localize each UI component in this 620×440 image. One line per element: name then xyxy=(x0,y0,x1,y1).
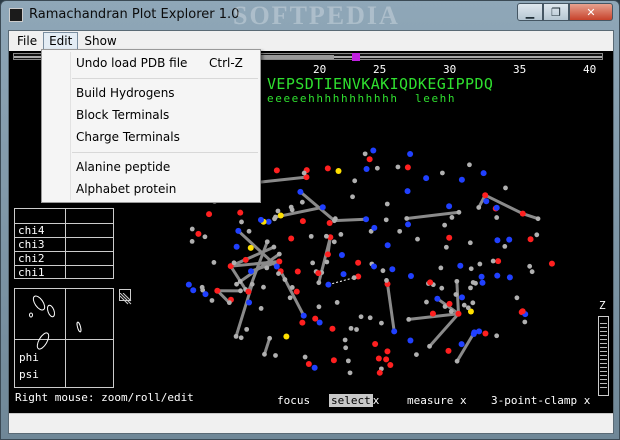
phi-label: phi xyxy=(19,351,39,364)
menu-separator xyxy=(72,78,258,79)
maximize-button[interactable]: ❐ xyxy=(543,3,569,21)
menu-file[interactable]: File xyxy=(12,33,42,49)
menu-show[interactable]: Show xyxy=(79,33,121,49)
chi-row-chi2: chi2 xyxy=(15,251,113,265)
minimize-icon: ▁ xyxy=(525,5,535,19)
menu-alanine-peptide[interactable]: Alanine peptide xyxy=(76,160,170,174)
psi-label: psi xyxy=(19,368,39,381)
clamp-label: 3-point-clamp xyxy=(491,394,578,407)
select-mode[interactable]: select x xyxy=(329,394,379,407)
close-button[interactable]: ✕ xyxy=(569,3,613,21)
zoom-label: Z xyxy=(599,299,606,312)
watermark: SOFTPEDIA xyxy=(233,1,400,30)
maximize-icon: ❐ xyxy=(551,5,561,19)
measure-mode[interactable]: measure x xyxy=(407,394,467,407)
app-window: Ramachandran Plot Explorer 1.0 SOFTPEDIA… xyxy=(0,0,620,440)
measure-label: measure xyxy=(407,394,454,407)
menu-alphabet-protein[interactable]: Alphabet protein xyxy=(76,182,176,196)
chi-angle-panel[interactable]: chi4 chi3 chi2 chi1 xyxy=(14,208,114,279)
menu-charge-terminals[interactable]: Charge Terminals xyxy=(76,130,180,144)
diagonal-lines-icon xyxy=(119,292,132,305)
measure-close-icon[interactable]: x xyxy=(460,394,467,407)
edit-menu-dropdown: Undo load PDB file Ctrl-Z Build Hydrogen… xyxy=(41,49,261,203)
select-mode-label: select xyxy=(329,394,373,407)
minimize-button[interactable]: ▁ xyxy=(517,3,543,21)
select-close-icon[interactable]: x xyxy=(373,394,380,407)
resize-plot-icon[interactable] xyxy=(119,289,132,305)
menu-block-terminals[interactable]: Block Terminals xyxy=(76,108,169,122)
undo-shortcut: Ctrl-Z xyxy=(209,56,243,70)
focus-mode[interactable]: focus xyxy=(277,394,310,407)
menu-bar: File Edit Show xyxy=(9,31,613,51)
menu-undo-load-pdb[interactable]: Undo load PDB file xyxy=(76,56,187,70)
title-bar[interactable]: Ramachandran Plot Explorer 1.0 SOFTPEDIA… xyxy=(1,1,619,30)
chi-row-chi3: chi3 xyxy=(15,237,113,251)
menu-edit[interactable]: Edit xyxy=(43,32,79,50)
window-title: Ramachandran Plot Explorer 1.0 xyxy=(29,7,240,22)
zoom-slider[interactable] xyxy=(598,316,609,396)
status-bar xyxy=(9,413,613,433)
app-icon xyxy=(9,8,23,22)
mouse-hint: Right mouse: zoom/roll/edit xyxy=(15,391,194,404)
clamp-close-icon[interactable]: x xyxy=(584,394,591,407)
menu-build-hydrogens[interactable]: Build Hydrogens xyxy=(76,86,175,100)
clamp-mode[interactable]: 3-point-clamp x xyxy=(491,394,590,407)
chi-row-chi1: chi1 xyxy=(15,265,113,279)
window-controls: ▁ ❐ ✕ xyxy=(517,3,613,21)
chi-row-chi4: chi4 xyxy=(15,223,113,237)
menu-separator xyxy=(72,152,258,153)
close-icon: ✕ xyxy=(586,5,596,19)
ramachandran-plot[interactable]: phi psi xyxy=(14,288,114,388)
